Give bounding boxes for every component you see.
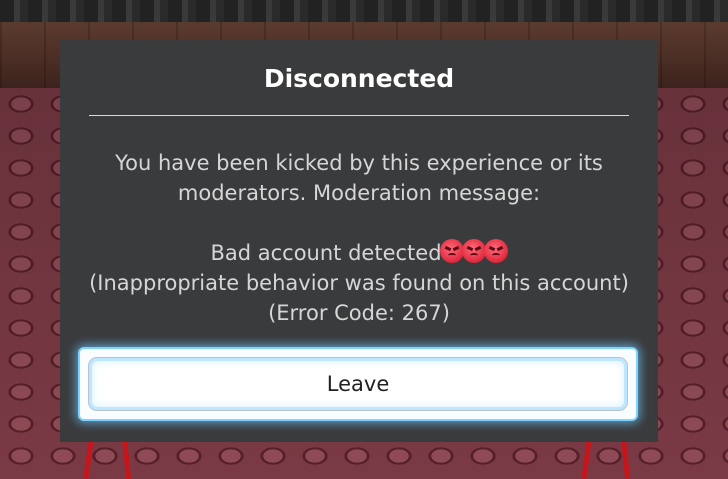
error-code: (Error Code: 267) <box>268 301 450 325</box>
reason-text: Bad account detected <box>210 241 442 265</box>
disconnected-dialog: Disconnected You have been kicked by thi… <box>60 40 658 442</box>
leave-button-focus-ring: Leave <box>80 349 636 419</box>
moderation-detail: (Inappropriate behavior was found on thi… <box>89 271 629 295</box>
angry-face-icon <box>483 239 508 263</box>
title-divider <box>89 115 629 116</box>
angry-face-icon <box>439 239 464 263</box>
dialog-title: Disconnected <box>263 64 455 93</box>
message-line-2: moderators. Moderation message: <box>177 181 541 205</box>
background-wall-top <box>0 0 728 22</box>
leave-button[interactable]: Leave <box>88 357 628 411</box>
moderation-reason: Bad account detected <box>70 238 648 268</box>
kick-message: You have been kicked by this experience … <box>70 148 648 328</box>
message-line-1: You have been kicked by this experience … <box>115 151 603 175</box>
angry-face-icon <box>461 239 486 263</box>
